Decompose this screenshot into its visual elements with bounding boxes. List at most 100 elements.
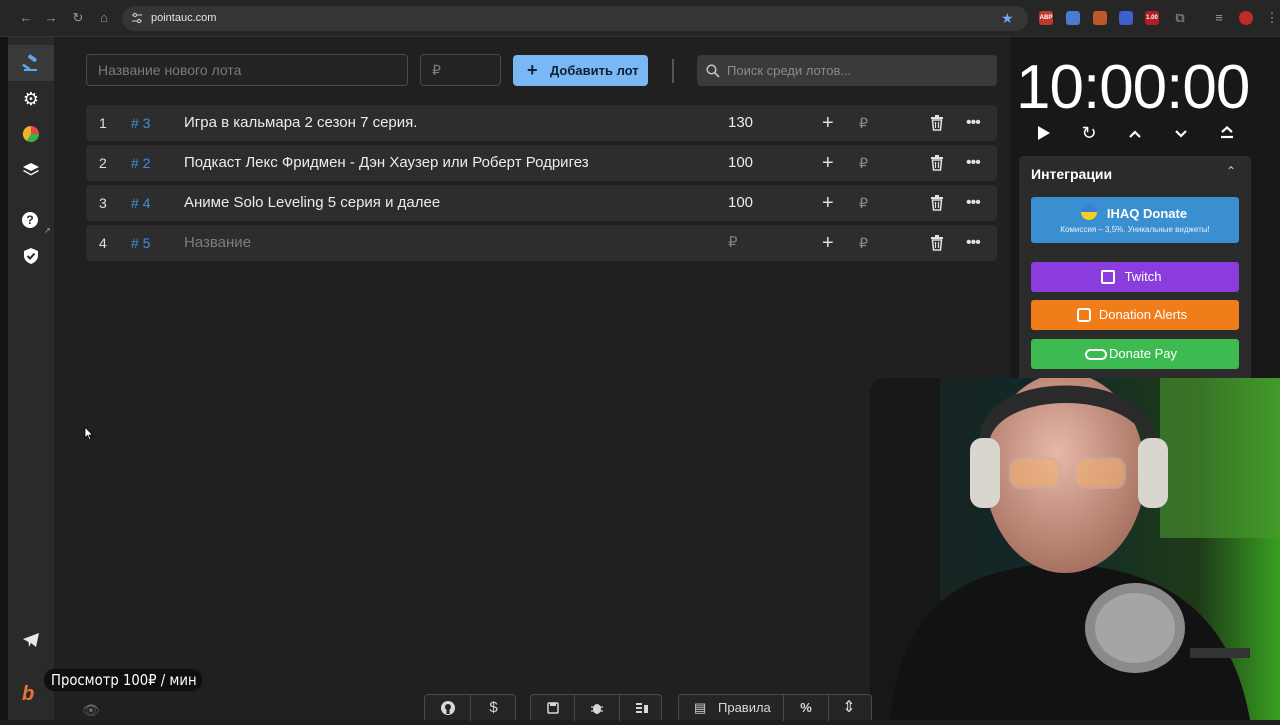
- lot-amount-input[interactable]: ₽: [420, 54, 501, 86]
- donation-alerts-label: Donation Alerts: [1098, 307, 1188, 322]
- play-icon[interactable]: [1032, 121, 1056, 145]
- more-options-icon[interactable]: •••: [966, 105, 981, 141]
- add-amount-input[interactable]: ₽: [859, 225, 868, 261]
- home-icon[interactable]: ⌂: [96, 10, 112, 26]
- more-options-icon[interactable]: •••: [966, 185, 981, 221]
- lot-amount[interactable]: 100: [728, 145, 753, 181]
- donate-pay-button[interactable]: Donate Pay: [1031, 339, 1239, 369]
- lot-name[interactable]: Название: [184, 225, 251, 261]
- add-amount-input[interactable]: ₽: [859, 185, 868, 221]
- telegram-icon[interactable]: [22, 631, 40, 649]
- layers-icon[interactable]: [22, 161, 40, 179]
- percent-button[interactable]: %: [784, 695, 828, 721]
- donate-pay-label: Donate Pay: [1109, 346, 1177, 361]
- double-up-icon[interactable]: [1215, 121, 1239, 145]
- add-lot-button[interactable]: + Добавить лот: [513, 55, 648, 86]
- speed-extension-icon[interactable]: 1.00: [1145, 11, 1159, 25]
- search-placeholder: Поиск среди лотов...: [727, 63, 852, 78]
- reading-list-icon[interactable]: ≡: [1211, 10, 1227, 26]
- lot-name[interactable]: Подкаст Лекс Фридмен - Дэн Хаузер или Ро…: [184, 145, 589, 181]
- donate-dollar-button[interactable]: $: [471, 695, 516, 721]
- webcam-overlay: [870, 378, 1280, 720]
- reset-icon[interactable]: ↻: [1077, 121, 1101, 145]
- compress-icon[interactable]: ⇕: [829, 695, 869, 721]
- add-time-chevron-up-icon[interactable]: [1123, 121, 1147, 145]
- add-amount-input[interactable]: ₽: [859, 105, 868, 141]
- ihaq-donate-subtitle: Комиссия – 3,5%. Уникальные виджеты!: [1060, 225, 1210, 234]
- boosty-logo-icon[interactable]: b: [22, 684, 40, 704]
- lot-id[interactable]: # 2: [131, 145, 150, 181]
- rules-label: Правила: [718, 700, 771, 715]
- integrations-title: Интеграции: [1031, 166, 1113, 182]
- lot-name[interactable]: Игра в кальмара 2 сезон 7 серия.: [184, 105, 417, 141]
- reload-icon[interactable]: ↻: [70, 10, 86, 26]
- add-lot-label: Добавить лот: [550, 63, 639, 78]
- auction-timer: 10:00:00: [1016, 53, 1250, 122]
- lot-row: 1 # 3 Игра в кальмара 2 сезон 7 серия. 130 +…: [86, 105, 997, 141]
- viewing-price-badge: Просмотр 100₽ / мин: [44, 669, 203, 691]
- twitch-label: Twitch: [1124, 269, 1162, 284]
- search-icon: [706, 64, 720, 78]
- browser-menu-icon[interactable]: ⋮: [1264, 10, 1280, 26]
- lot-search-input[interactable]: Поиск среди лотов...: [697, 55, 997, 86]
- lot-id[interactable]: # 3: [131, 105, 150, 141]
- add-amount-plus-icon[interactable]: +: [822, 225, 834, 261]
- more-options-icon[interactable]: •••: [966, 145, 981, 181]
- lot-row: 2 # 2 Подкаст Лекс Фридмен - Дэн Хаузер и…: [86, 145, 997, 181]
- settings-gear-icon[interactable]: ⚙: [22, 90, 40, 108]
- add-amount-plus-icon[interactable]: +: [822, 185, 834, 221]
- profile-avatar[interactable]: [1239, 11, 1253, 25]
- delete-trash-icon[interactable]: [930, 195, 944, 211]
- gavel-icon[interactable]: [22, 54, 40, 72]
- window-edge: [0, 37, 8, 720]
- url-text[interactable]: pointauc.com: [151, 12, 216, 24]
- twitch-button[interactable]: Twitch: [1031, 262, 1239, 292]
- forward-icon[interactable]: →: [43, 10, 59, 26]
- lot-row: 4 # 5 Название ₽ + ₽ •••: [86, 225, 997, 261]
- add-amount-plus-icon[interactable]: +: [822, 105, 834, 141]
- lot-amount[interactable]: ₽: [728, 225, 738, 261]
- lot-row: 3 # 4 Аниме Solo Leveling 5 серия и далее 1…: [86, 185, 997, 221]
- address-bar[interactable]: [122, 6, 1028, 31]
- blue-circle-extension-icon[interactable]: [1119, 11, 1133, 25]
- github-icon[interactable]: [425, 695, 470, 721]
- rules-button[interactable]: ▤ Правила: [679, 695, 783, 721]
- lot-amount[interactable]: 100: [728, 185, 753, 221]
- delete-trash-icon[interactable]: [930, 235, 944, 251]
- lot-position: 2: [99, 155, 107, 171]
- add-amount-plus-icon[interactable]: +: [822, 145, 834, 181]
- lot-name-input[interactable]: Название нового лота: [86, 54, 408, 86]
- shield-extension-icon[interactable]: [1066, 11, 1080, 25]
- toolbar-divider: [672, 59, 674, 83]
- app-frame: ← → ↻ ⌂ pointauc.com ★ ABP 1.00 ⧉ ≡ ⋮ ⚙: [0, 0, 1280, 721]
- back-icon[interactable]: ←: [18, 10, 34, 26]
- more-options-icon[interactable]: •••: [966, 225, 981, 261]
- delete-trash-icon[interactable]: [930, 115, 944, 131]
- ihaq-donate-button[interactable]: IHAQ Donate Комиссия – 3,5%. Уникальные …: [1031, 197, 1239, 243]
- puzzle-red-extension-icon[interactable]: [1093, 11, 1107, 25]
- shield-check-icon[interactable]: [22, 247, 40, 265]
- plus-icon: +: [527, 60, 538, 80]
- save-icon[interactable]: [531, 695, 574, 721]
- collapse-chevron-up-icon[interactable]: ⌃: [1226, 164, 1236, 178]
- delete-trash-icon[interactable]: [930, 155, 944, 171]
- sidebar: ⚙ ? ↗ b: [8, 37, 54, 720]
- clear-list-icon[interactable]: [620, 695, 663, 721]
- abp-extension-icon[interactable]: ABP: [1039, 11, 1053, 25]
- bottom-group-rules: ▤ Правила % ⇕: [678, 694, 872, 721]
- lot-id[interactable]: # 4: [131, 185, 150, 221]
- site-settings-icon[interactable]: [131, 12, 143, 24]
- extensions-puzzle-icon[interactable]: ⧉: [1172, 10, 1188, 26]
- pie-chart-icon[interactable]: [22, 125, 40, 143]
- lot-amount[interactable]: 130: [728, 105, 753, 141]
- add-amount-input[interactable]: ₽: [859, 145, 868, 181]
- lot-id[interactable]: # 5: [131, 225, 150, 261]
- help-icon[interactable]: ?: [22, 212, 38, 228]
- donation-alerts-button[interactable]: Donation Alerts: [1031, 300, 1239, 330]
- eye-icon[interactable]: 👁: [82, 702, 100, 719]
- reduce-time-chevron-down-icon[interactable]: [1169, 121, 1193, 145]
- bug-report-icon[interactable]: [575, 695, 619, 721]
- lot-name[interactable]: Аниме Solo Leveling 5 серия и далее: [184, 185, 440, 221]
- mouse-cursor-icon: [84, 425, 94, 446]
- bookmark-star-icon[interactable]: ★: [1001, 10, 1014, 27]
